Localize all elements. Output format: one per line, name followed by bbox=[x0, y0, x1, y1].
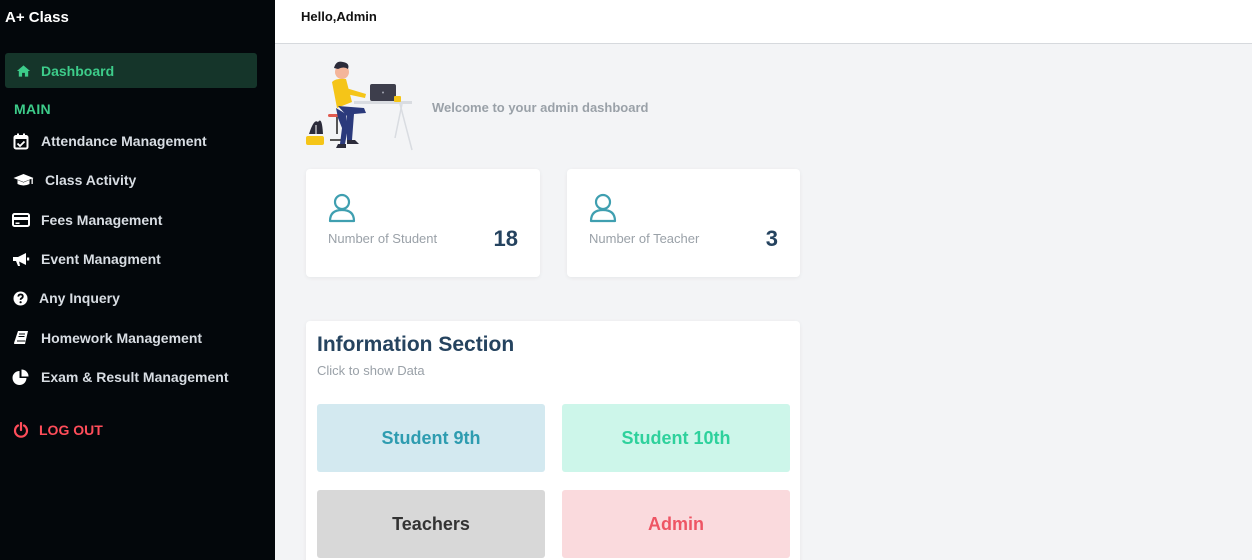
stat-value: 3 bbox=[765, 226, 778, 251]
sidebar-item-label: Fees Management bbox=[41, 212, 163, 228]
sidebar-item-label: Event Managment bbox=[41, 251, 161, 267]
stat-card-students[interactable]: Number of Student 18 bbox=[306, 169, 540, 277]
brand-logo-text[interactable]: A+ Class bbox=[5, 9, 69, 26]
sidebar-item-fees[interactable]: Fees Management bbox=[12, 209, 162, 231]
welcome-illustration bbox=[302, 58, 420, 152]
sidebar-item-attendance[interactable]: Attendance Management bbox=[12, 130, 207, 152]
welcome-message: Welcome to your admin dashboard bbox=[432, 100, 649, 115]
greeting-text: Hello,Admin bbox=[301, 9, 377, 24]
question-circle-icon bbox=[12, 289, 28, 307]
sidebar-item-label: Any Inquery bbox=[39, 290, 120, 306]
information-section: Information Section Click to show Data S… bbox=[306, 321, 800, 560]
calendar-check-icon bbox=[12, 132, 30, 150]
sidebar-item-class-activity[interactable]: Class Activity bbox=[12, 169, 136, 191]
sidebar-item-label: Class Activity bbox=[45, 172, 137, 188]
section-subtitle: Click to show Data bbox=[317, 363, 425, 378]
sidebar-item-label: Exam & Result Management bbox=[41, 369, 229, 385]
sidebar-item-label: Homework Management bbox=[41, 330, 203, 346]
graduation-cap-icon bbox=[12, 171, 34, 189]
stat-card-teachers[interactable]: Number of Teacher 3 bbox=[567, 169, 800, 277]
sidebar-item-homework[interactable]: Homework Management bbox=[12, 327, 202, 349]
sidebar: A+ Class Dashboard MAIN Attendance Manag… bbox=[0, 0, 275, 560]
home-icon bbox=[15, 63, 31, 79]
credit-card-icon bbox=[12, 211, 30, 229]
megaphone-icon bbox=[12, 250, 30, 268]
sidebar-item-dashboard[interactable]: Dashboard bbox=[5, 53, 257, 88]
sidebar-item-exam-result[interactable]: Exam & Result Management bbox=[12, 366, 229, 388]
sidebar-item-label: Dashboard bbox=[41, 62, 115, 79]
top-bar: Hello,Admin bbox=[275, 0, 1252, 44]
section-title: Information Section bbox=[317, 333, 515, 356]
logout-label: LOG OUT bbox=[39, 422, 103, 438]
user-icon bbox=[589, 193, 617, 223]
power-icon bbox=[12, 421, 30, 439]
logout-button[interactable]: LOG OUT bbox=[12, 419, 103, 441]
sidebar-section-label: MAIN bbox=[14, 101, 51, 117]
student-9th-button[interactable]: Student 9th bbox=[317, 404, 545, 472]
user-icon bbox=[328, 193, 356, 223]
stat-label: Number of Teacher bbox=[589, 231, 700, 246]
admin-button[interactable]: Admin bbox=[562, 490, 790, 558]
sidebar-item-events[interactable]: Event Managment bbox=[12, 248, 161, 270]
stat-label: Number of Student bbox=[328, 231, 438, 246]
stat-value: 18 bbox=[493, 226, 518, 251]
pie-chart-icon bbox=[12, 368, 30, 386]
sidebar-item-inquery[interactable]: Any Inquery bbox=[12, 287, 120, 309]
student-10th-button[interactable]: Student 10th bbox=[562, 404, 790, 472]
book-icon bbox=[12, 329, 30, 347]
sidebar-item-label: Attendance Management bbox=[41, 133, 207, 149]
teachers-button[interactable]: Teachers bbox=[317, 490, 545, 558]
